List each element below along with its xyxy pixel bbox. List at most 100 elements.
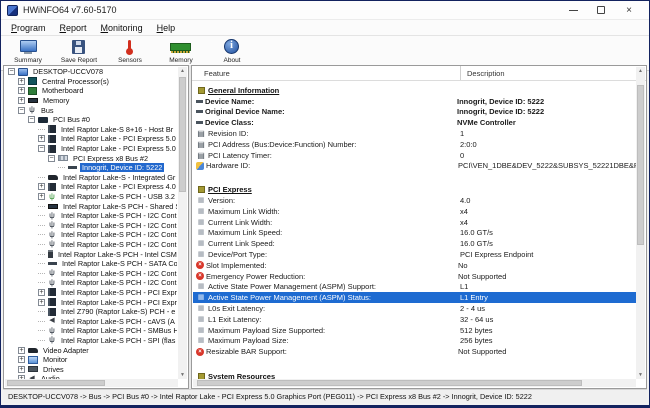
collapse-minus-icon[interactable]: −	[18, 107, 25, 114]
tree-item-intel-raptor-lake-s-pch-pci-expr[interactable]: + Intel Raptor Lake-S PCH - PCI Expr	[6, 288, 177, 298]
tree-item-intel-raptor-lake-s-pch-i2c-cont[interactable]: Intel Raptor Lake-S PCH - I2C Cont	[6, 211, 177, 221]
feature-row-current-link-width[interactable]: Current Link Width: x4	[193, 217, 636, 228]
tree-horizontal-scrollbar[interactable]	[5, 379, 178, 387]
details-vscroll-thumb[interactable]	[637, 85, 644, 245]
feature-row-active-state-power-management-aspm-statu[interactable]: Active State Power Management (ASPM) Sta…	[193, 292, 636, 303]
expand-plus-icon[interactable]: +	[38, 193, 45, 200]
expand-plus-icon[interactable]: +	[18, 78, 25, 85]
feature-row-l1-exit-latency[interactable]: L1 Exit Latency: 32 - 64 us	[193, 314, 636, 325]
tree-item-intel-raptor-lake-s-pch-i2c-cont[interactable]: Intel Raptor Lake-S PCH - I2C Cont	[6, 268, 177, 278]
collapse-minus-icon[interactable]: −	[48, 155, 55, 162]
sensors-button[interactable]: Sensors	[109, 39, 151, 64]
menu-report[interactable]: Report	[54, 22, 95, 34]
tree-item-intel-raptor-lake-pci-express-4-0[interactable]: + Intel Raptor Lake - PCI Express 4.0	[6, 182, 177, 192]
section-general-information[interactable]: General Information	[193, 85, 636, 96]
feature-row-revision-id[interactable]: Revision ID: 1	[193, 128, 636, 139]
feature-row-version[interactable]: Version: 4.0	[193, 195, 636, 206]
feature-row-device-name[interactable]: Device Name: Innogrit, Device ID: 5222	[193, 96, 636, 107]
tree-item-intel-raptor-lake-s-pch-shared-s[interactable]: Intel Raptor Lake-S PCH - Shared S	[6, 201, 177, 211]
expand-plus-icon[interactable]: +	[18, 97, 25, 104]
feature-row-slot-implemented[interactable]: Slot Implemented: No	[193, 260, 636, 271]
section-system-resources[interactable]: System Resources	[193, 371, 636, 379]
feature-row-maximum-link-width[interactable]: Maximum Link Width: x4	[193, 206, 636, 217]
tree-item-intel-raptor-lake-pci-express-5-0[interactable]: + Intel Raptor Lake - PCI Express 5.0	[6, 134, 177, 144]
expand-plus-icon[interactable]: +	[18, 87, 25, 94]
tree-item-intel-raptor-lake-s-pch-smbus-h[interactable]: Intel Raptor Lake-S PCH - SMBus H	[6, 326, 177, 336]
tree-item-drives[interactable]: + Drives	[6, 364, 177, 374]
feature-row-maximum-payload-size[interactable]: Maximum Payload Size: 256 bytes	[193, 336, 636, 347]
minimize-button[interactable]	[567, 4, 579, 16]
save-button[interactable]: Save Report	[58, 39, 100, 64]
maximize-button[interactable]	[595, 4, 607, 16]
scroll-up-arrow-icon[interactable]: ▲	[636, 67, 645, 75]
collapse-minus-icon[interactable]: −	[38, 145, 45, 152]
tree-item-bus[interactable]: − Bus	[6, 105, 177, 115]
feature-row-l0s-exit-latency[interactable]: L0s Exit Latency: 2 - 4 us	[193, 303, 636, 314]
collapse-minus-icon[interactable]: −	[28, 116, 35, 123]
memory-button[interactable]: Memory	[160, 39, 202, 64]
menu-help[interactable]: Help	[151, 22, 184, 34]
feature-row-emergency-power-reduction[interactable]: Emergency Power Reduction: Not Supported	[193, 271, 636, 282]
tree-item-intel-raptor-lake-s-pch-spi-flas[interactable]: Intel Raptor Lake-S PCH - SPI (flas	[6, 336, 177, 346]
feature-row-device-port-type[interactable]: Device/Port Type: PCI Express Endpoint	[193, 249, 636, 260]
collapse-minus-icon[interactable]: −	[8, 68, 15, 75]
close-button[interactable]: ×	[623, 4, 635, 16]
scroll-down-arrow-icon[interactable]: ▼	[178, 371, 187, 379]
tree-item-intel-raptor-lake-pci-express-5-0[interactable]: − Intel Raptor Lake - PCI Express 5.0	[6, 144, 177, 154]
tree-item-intel-raptor-lake-s-pch-i2c-cont[interactable]: Intel Raptor Lake-S PCH - I2C Cont	[6, 278, 177, 288]
tree-item-intel-raptor-lake-s-pch-intel-csm[interactable]: Intel Raptor Lake-S PCH - Intel CSM	[6, 249, 177, 259]
menu-monitoring[interactable]: Monitoring	[95, 22, 151, 34]
tree-item-intel-raptor-lake-s-pch-cavs-a[interactable]: Intel Raptor Lake-S PCH - cAVS (A	[6, 316, 177, 326]
summary-button[interactable]: Summary	[7, 39, 49, 64]
tree-item-intel-raptor-lake-s-pch-pci-expr[interactable]: + Intel Raptor Lake-S PCH - PCI Expr	[6, 297, 177, 307]
feature-row-device-class[interactable]: Device Class: NVMe Controller	[193, 117, 636, 128]
menu-program[interactable]: Program	[5, 22, 54, 34]
pcie-icon	[196, 282, 206, 291]
feature-row-pci-latency-timer[interactable]: PCI Latency Timer: 0	[193, 150, 636, 161]
feature-row-original-device-name[interactable]: Original Device Name: Innogrit, Device I…	[193, 107, 636, 118]
tree-item-innogrit-device-id-5222-selected[interactable]: Innogrit, Device ID: 5222	[6, 163, 177, 173]
expand-plus-icon[interactable]: +	[18, 347, 25, 354]
tree-item-intel-raptor-lake-s-pch-i2c-cont[interactable]: Intel Raptor Lake-S PCH - I2C Cont	[6, 230, 177, 240]
tree-vscroll-thumb[interactable]	[179, 77, 186, 192]
expand-plus-icon[interactable]: +	[38, 183, 45, 190]
scroll-down-arrow-icon[interactable]: ▼	[636, 371, 645, 379]
expand-plus-icon[interactable]: +	[38, 135, 45, 142]
expand-plus-icon[interactable]: +	[18, 356, 25, 363]
details-hscroll-thumb[interactable]	[197, 380, 582, 386]
tree-item-intel-z790-raptor-lake-s-pch-e[interactable]: Intel Z790 (Raptor Lake-S) PCH - e	[6, 307, 177, 317]
feature-row-active-state-power-management-aspm-suppo[interactable]: Active State Power Management (ASPM) Sup…	[193, 282, 636, 293]
tree-item-intel-raptor-lake-s-pch-i2c-cont[interactable]: Intel Raptor Lake-S PCH - I2C Cont	[6, 240, 177, 250]
tree-hscroll-thumb[interactable]	[7, 380, 105, 386]
details-header-row: Feature Description	[192, 66, 646, 81]
feature-row-pci-address-bus-device-function-number[interactable]: PCI Address (Bus:Device:Function) Number…	[193, 139, 636, 150]
feature-row-hardware-id[interactable]: Hardware ID: PCI\VEN_1DBE&DEV_5222&SUBSY…	[193, 161, 636, 172]
tree-item-desktop-uccv078[interactable]: − DESKTOP-UCCV078	[6, 67, 177, 77]
tree-item-intel-raptor-lake-s-pch-sata-co[interactable]: Intel Raptor Lake-S PCH - SATA Co	[6, 259, 177, 269]
feature-row-maximum-payload-size-supported[interactable]: Maximum Payload Size Supported: 512 byte…	[193, 325, 636, 336]
tree-item-intel-raptor-lake-s-integrated-gr[interactable]: Intel Raptor Lake-S - Integrated Gr	[6, 173, 177, 183]
about-button[interactable]: About	[211, 39, 253, 64]
details-vertical-scrollbar[interactable]: ▲ ▼	[636, 67, 645, 379]
tree-item-pci-bus-0[interactable]: − PCI Bus #0	[6, 115, 177, 125]
expand-plus-icon[interactable]: +	[18, 366, 25, 373]
feature-row-current-link-speed[interactable]: Current Link Speed: 16.0 GT/s	[193, 238, 636, 249]
details-horizontal-scrollbar[interactable]	[193, 379, 636, 387]
tree-item-central-processor-s[interactable]: + Central Processor(s)	[6, 77, 177, 87]
tree-item-pci-express-x8-bus-2[interactable]: − PCI Express x8 Bus #2	[6, 153, 177, 163]
device-tree-pane: − DESKTOP-UCCV078 + Central Processor(s)…	[3, 65, 189, 389]
feature-row-maximum-link-speed[interactable]: Maximum Link Speed: 16.0 GT/s	[193, 228, 636, 239]
tree-item-memory[interactable]: + Memory	[6, 96, 177, 106]
scroll-up-arrow-icon[interactable]: ▲	[178, 67, 187, 75]
tree-item-intel-raptor-lake-s-pch-i2c-cont[interactable]: Intel Raptor Lake-S PCH - I2C Cont	[6, 221, 177, 231]
tree-item-intel-raptor-lake-s-pch-usb-3-2[interactable]: + Intel Raptor Lake-S PCH - USB 3.2	[6, 192, 177, 202]
tree-vertical-scrollbar[interactable]: ▲ ▼	[178, 67, 187, 379]
feature-row-resizable-bar-support[interactable]: Resizable BAR Support: Not Supported	[193, 346, 636, 357]
tree-item-monitor[interactable]: + Monitor	[6, 355, 177, 365]
tree-item-motherboard[interactable]: + Motherboard	[6, 86, 177, 96]
expand-plus-icon[interactable]: +	[38, 299, 45, 306]
tree-item-video-adapter[interactable]: + Video Adapter	[6, 345, 177, 355]
expand-plus-icon[interactable]: +	[38, 289, 45, 296]
tree-item-intel-raptor-lake-s-8-16-host-br[interactable]: Intel Raptor Lake-S 8+16 - Host Br	[6, 125, 177, 135]
section-pci-express[interactable]: PCI Express	[193, 184, 636, 195]
